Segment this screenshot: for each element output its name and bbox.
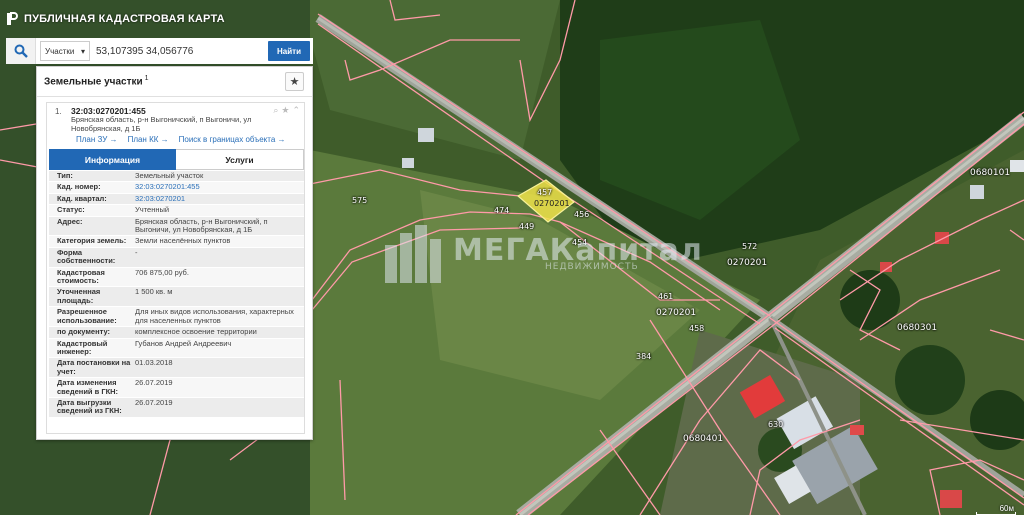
favorite-button[interactable]: ★ [285,72,304,91]
map-label-572: 572 [742,242,758,251]
map-label-quarter-0680101: 0680101 [970,168,1011,178]
search-input[interactable] [94,41,264,61]
property-key: Уточненная площадь: [57,287,101,305]
card-tools: ⌕ ★ ⌃ [273,105,300,116]
property-value: Губанов Андрей Андреевич [135,338,232,348]
property-row: Дата изменения сведений в ГКН: 26.07.2019 [49,378,304,398]
search-type-dropdown[interactable]: Участки ▾ [40,41,90,61]
tab-services[interactable]: Услуги [176,149,304,170]
property-row: Уточненная площадь: 1 500 кв. м [49,287,304,308]
panel-title: Земельные участки 1 [44,75,149,88]
map-label-384: 384 [636,352,652,361]
property-key: Дата постановки на учет: [57,358,131,376]
property-value: 26.07.2019 [135,397,173,407]
property-row: Дата выгрузки сведений из ГКН: 26.07.2019 [49,397,304,418]
search-in-bounds-link[interactable]: Поиск в границах объекта → [179,135,286,144]
property-row: Кад. квартал: 32:03:0270201 [49,193,304,206]
search-icon[interactable] [6,38,36,64]
panel-header: Земельные участки 1 ★ [37,67,312,97]
property-row: по документу: комплексное освоение террит… [49,327,304,339]
property-key: Дата выгрузки сведений из ГКН: [57,397,122,416]
plan-zu-link[interactable]: План ЗУ → [76,135,118,144]
property-key: Кад. номер: [57,182,101,192]
search-type-label: Участки [45,46,75,56]
map-label-457: 457 [537,188,553,197]
property-row: Статус: Учтенный [49,205,304,217]
property-row: Кадастровая стоимость: 706 875,00 руб. [49,267,304,288]
info-panel: Земельные участки 1 ★ 1. 32:03:0270201:45… [36,66,313,440]
property-value: Земельный участок [135,171,204,180]
map-logo-icon [7,12,18,25]
property-key: Тип: [57,171,73,180]
map-label-quarter-0270201: 0270201 [727,258,768,268]
property-key: Форма собственности: [57,247,116,266]
map-label-474: 474 [494,206,510,215]
map-label-461: 461 [658,292,674,301]
map-label-575: 575 [352,196,368,205]
result-index: 1. [55,107,62,116]
card-tabs: Информация Услуги [49,149,304,170]
property-value: комплексное освоение территории [135,327,257,337]
property-row: Категория земель: Земли населённых пункто… [49,236,304,248]
property-value-link[interactable]: 32:03:0270201:455 [133,182,304,192]
property-value: Земли населённых пунктов [135,236,231,246]
parcel-address: Брянская область, р-н Выгоничский, п Выг… [71,115,252,133]
map-label-quarter-0270201-b: 0270201 [656,308,697,318]
star-icon: ★ [289,76,300,88]
property-value: 1 500 кв. м [135,287,173,297]
map-label-456: 456 [574,210,590,219]
property-row: Адрес: Брянская область, р-н Выгоничский,… [49,216,304,237]
result-count: 1 [144,75,149,83]
star-outline-icon[interactable]: ★ [281,105,289,116]
property-row: Тип: Земельный участок [49,171,304,183]
property-key: Кадастровый инженер: [57,338,108,356]
app-header: ПУБЛИЧНАЯ КАДАСТРОВАЯ КАРТА [6,12,225,26]
parcel-card-header: 1. 32:03:0270201:455 Брянская область, р… [47,103,304,145]
property-value: Для иных видов использования, характерны… [135,307,294,325]
search-bar: Участки ▾ Найти [6,38,313,64]
property-key: Кад. квартал: [57,193,107,203]
watermark-logo-icon [385,225,441,283]
collapse-icon[interactable]: ⌃ [292,105,300,116]
property-table: Тип: Земельный участок Кад. номер: 32:03:0… [49,171,304,418]
card-links: План ЗУ → План КК → Поиск в границах объ… [76,135,286,144]
property-key: Разрешенное использование: [57,307,117,325]
property-value: 26.07.2019 [135,378,173,388]
property-row: Кадастровый инженер: Губанов Андрей Андре… [49,338,304,359]
chevron-down-icon: ▾ [80,46,85,56]
property-value: Учтенный [135,205,170,215]
property-key: Адрес: [57,216,83,226]
property-value: 01.03.2018 [135,358,173,368]
property-key: Дата изменения сведений в ГКН: [57,378,119,396]
property-row: Кад. номер: 32:03:0270201:455 [49,182,304,194]
zoom-icon[interactable]: ⌕ [273,105,278,116]
property-row: Форма собственности: - [49,247,304,268]
map-label-quarter-0680401: 0680401 [683,434,724,444]
property-key: Кадастровая стоимость: [57,267,105,286]
property-value: - [135,247,138,257]
map-label-quarter-0680301: 0680301 [897,323,938,333]
parcel-card: 1. 32:03:0270201:455 Брянская область, р… [46,102,305,434]
property-row: Разрешенное использование: Для иных видов… [49,307,304,328]
watermark: МЕГАКапитал НЕДВИЖИМОСТЬ [385,225,703,283]
property-key: Статус: [57,205,85,215]
map-label-458: 458 [689,324,705,333]
selected-parcel-label: 0270201 [534,199,570,208]
plan-kk-link[interactable]: План КК → [128,135,169,144]
property-key: по документу: [57,327,111,337]
property-value: 706 875,00 руб. [135,267,189,277]
property-row: Дата постановки на учет: 01.03.2018 [49,358,304,379]
page-title: ПУБЛИЧНАЯ КАДАСТРОВАЯ КАРТА [24,13,225,25]
tab-information[interactable]: Информация [49,149,176,170]
property-value: Брянская область, р-н Выгоничский, п Выг… [135,216,268,235]
property-value-link[interactable]: 32:03:0270201 [133,194,304,204]
property-key: Категория земель: [57,236,127,246]
search-submit-button[interactable]: Найти [268,41,310,61]
map-label-630: 630 [768,420,784,429]
